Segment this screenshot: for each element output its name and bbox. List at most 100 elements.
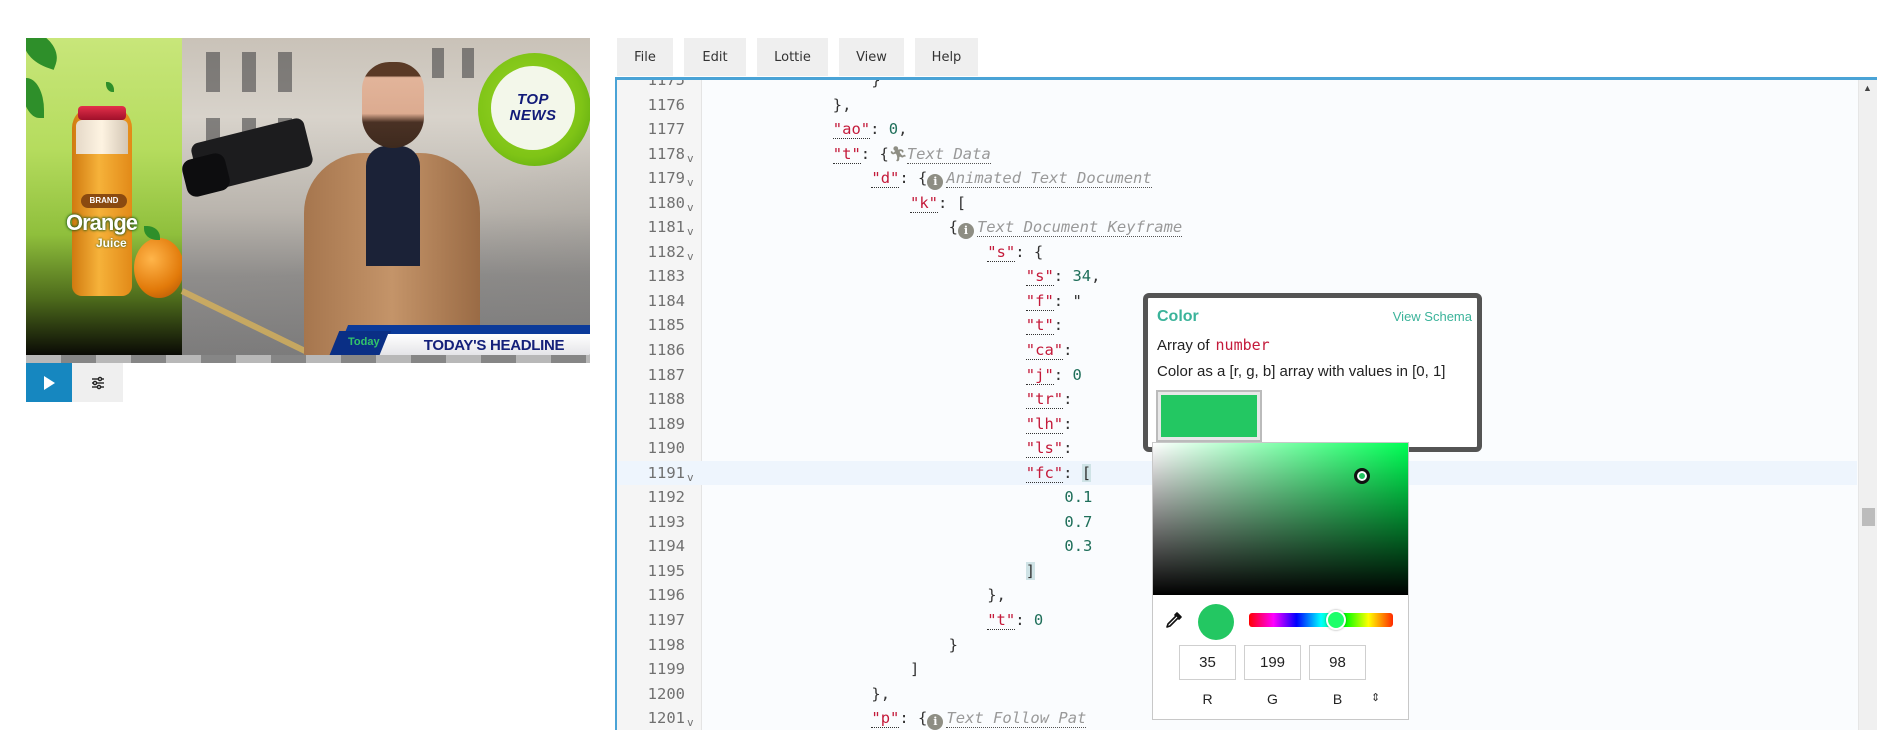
fold-chevron-icon[interactable]: v	[687, 711, 694, 730]
player-controls	[26, 363, 123, 402]
json-punctuation: ]	[1025, 561, 1036, 580]
red-label: R	[1202, 691, 1213, 707]
line-number: 1191	[647, 463, 685, 482]
line-content: "t": {🏃︎Text Data	[832, 142, 991, 167]
schema-hint[interactable]: Text Document Keyframe	[976, 218, 1183, 238]
color-picker: R G B ⇕	[1152, 442, 1409, 720]
json-punctuation: :	[1015, 611, 1034, 630]
red-input[interactable]	[1179, 645, 1236, 680]
sliders-icon	[91, 376, 104, 389]
building-window	[206, 52, 220, 92]
building-window	[278, 52, 292, 92]
code-line[interactable]: 1177 "ao": 0,	[617, 117, 1857, 142]
code-line[interactable]: 1182 v "s": {	[617, 240, 1857, 265]
scrollbar-thumb[interactable]	[1862, 508, 1875, 526]
code-line[interactable]: 1180 v "k": [	[617, 191, 1857, 216]
green-input[interactable]	[1244, 645, 1301, 680]
color-swatch-button[interactable]	[1156, 390, 1262, 442]
line-number: 1194	[647, 537, 685, 556]
line-number: 1190	[647, 439, 685, 458]
json-punctuation: : "	[1053, 291, 1082, 310]
line-number: 1198	[647, 635, 685, 654]
json-key: "ca"	[1025, 341, 1064, 361]
json-punctuation: :	[1053, 316, 1073, 335]
menu-edit[interactable]: Edit	[684, 38, 746, 76]
line-number: 1176	[647, 95, 685, 114]
code-line[interactable]: 1176},	[617, 93, 1857, 118]
code-line[interactable]: 1181 v{i Text Document Keyframe	[617, 215, 1857, 240]
running-figure-icon[interactable]: 🏃︎	[889, 142, 908, 167]
info-icon[interactable]: i	[927, 174, 944, 191]
json-key: "t"	[987, 611, 1016, 631]
json-punctuation: [	[1081, 463, 1092, 482]
headline-text: TODAY'S HEADLINE	[423, 337, 565, 354]
type-prefix: Array of	[1157, 337, 1210, 354]
schema-hint[interactable]: Text Data	[906, 144, 991, 164]
line-content: "ao": 0,	[832, 117, 907, 142]
lower-third-banner: Today TODAY'S HEADLINE NEXT IS WEATHER U…	[328, 325, 590, 355]
leaf-decoration	[26, 78, 44, 118]
line-number: 1175	[647, 77, 685, 89]
code-line[interactable]: 1178 v "t": {🏃︎Text Data	[617, 142, 1857, 167]
bottle-neck	[76, 120, 128, 154]
line-content: }	[949, 633, 958, 658]
line-number: 1189	[647, 414, 685, 433]
color-mode-toggle-icon[interactable]: ⇕	[1371, 691, 1380, 704]
json-key: "s"	[1025, 267, 1054, 287]
json-number: 0	[1072, 365, 1082, 384]
line-number: 1197	[647, 611, 685, 630]
schema-hint[interactable]: Text Follow Pat	[946, 709, 1087, 729]
line-number: 1188	[647, 390, 685, 409]
json-key: "s"	[987, 242, 1016, 262]
json-punctuation: }	[948, 635, 958, 654]
json-punctuation: }	[871, 77, 881, 89]
eyedropper-icon[interactable]	[1165, 611, 1183, 629]
blue-label: B	[1332, 691, 1343, 707]
schema-tooltip: Color View Schema Array of number Color a…	[1143, 293, 1482, 452]
reporter-head	[362, 62, 424, 148]
hue-slider-handle[interactable]	[1325, 610, 1346, 630]
timeline-scrubber[interactable]	[26, 355, 590, 363]
ad-subtitle: Juice	[96, 236, 127, 250]
line-number: 1199	[647, 660, 685, 679]
json-key: "fc"	[1025, 463, 1064, 483]
line-content: ]	[910, 657, 919, 682]
line-number: 1186	[647, 341, 685, 360]
line-content: ]	[1025, 559, 1036, 584]
menu-lottie[interactable]: Lottie	[757, 38, 828, 76]
hue-slider[interactable]	[1249, 610, 1393, 630]
today-label: Today	[348, 336, 380, 348]
scroll-up-arrow-icon[interactable]: ▲	[1863, 83, 1872, 93]
schema-hint[interactable]: Animated Text Document	[946, 169, 1152, 189]
play-button[interactable]	[26, 363, 72, 402]
leaf-decoration	[106, 82, 114, 92]
code-line[interactable]: 1179 v "d": {i Animated Text Document	[617, 166, 1857, 191]
menu-help[interactable]: Help	[915, 38, 978, 76]
top-news-line2: NEWS	[509, 107, 557, 124]
line-content: "p": {i Text Follow Pat	[871, 706, 1087, 730]
settings-button[interactable]	[72, 363, 123, 402]
blue-input[interactable]	[1309, 645, 1366, 680]
line-number: 1182	[647, 242, 685, 261]
code-line[interactable]: 1183 "s": 34,	[617, 264, 1857, 289]
menu-file[interactable]: File	[617, 38, 673, 76]
view-schema-link[interactable]: View Schema	[1393, 309, 1472, 324]
info-icon[interactable]: i	[957, 223, 974, 240]
saturation-value-area[interactable]	[1153, 443, 1408, 595]
code-line[interactable]: 1175}	[617, 77, 1857, 93]
vertical-scrollbar[interactable]: ▲	[1858, 80, 1877, 730]
line-number: 1180	[647, 193, 685, 212]
line-content: },	[833, 93, 852, 118]
tooltip-type: Array of number	[1157, 336, 1270, 354]
json-key: "j"	[1025, 365, 1054, 385]
info-icon[interactable]: i	[927, 714, 944, 730]
json-punctuation: },	[871, 684, 891, 703]
top-news-badge-text: TOP NEWS	[491, 66, 575, 150]
menu-view[interactable]: View	[839, 38, 904, 76]
json-key: "t"	[1025, 316, 1054, 336]
menu-bar: File Edit Lottie View Help	[617, 38, 978, 76]
brand-label: BRAND	[81, 194, 127, 208]
saturation-value-handle[interactable]	[1354, 468, 1371, 485]
json-key: "ls"	[1025, 439, 1064, 459]
line-content: "t":	[1025, 313, 1073, 338]
